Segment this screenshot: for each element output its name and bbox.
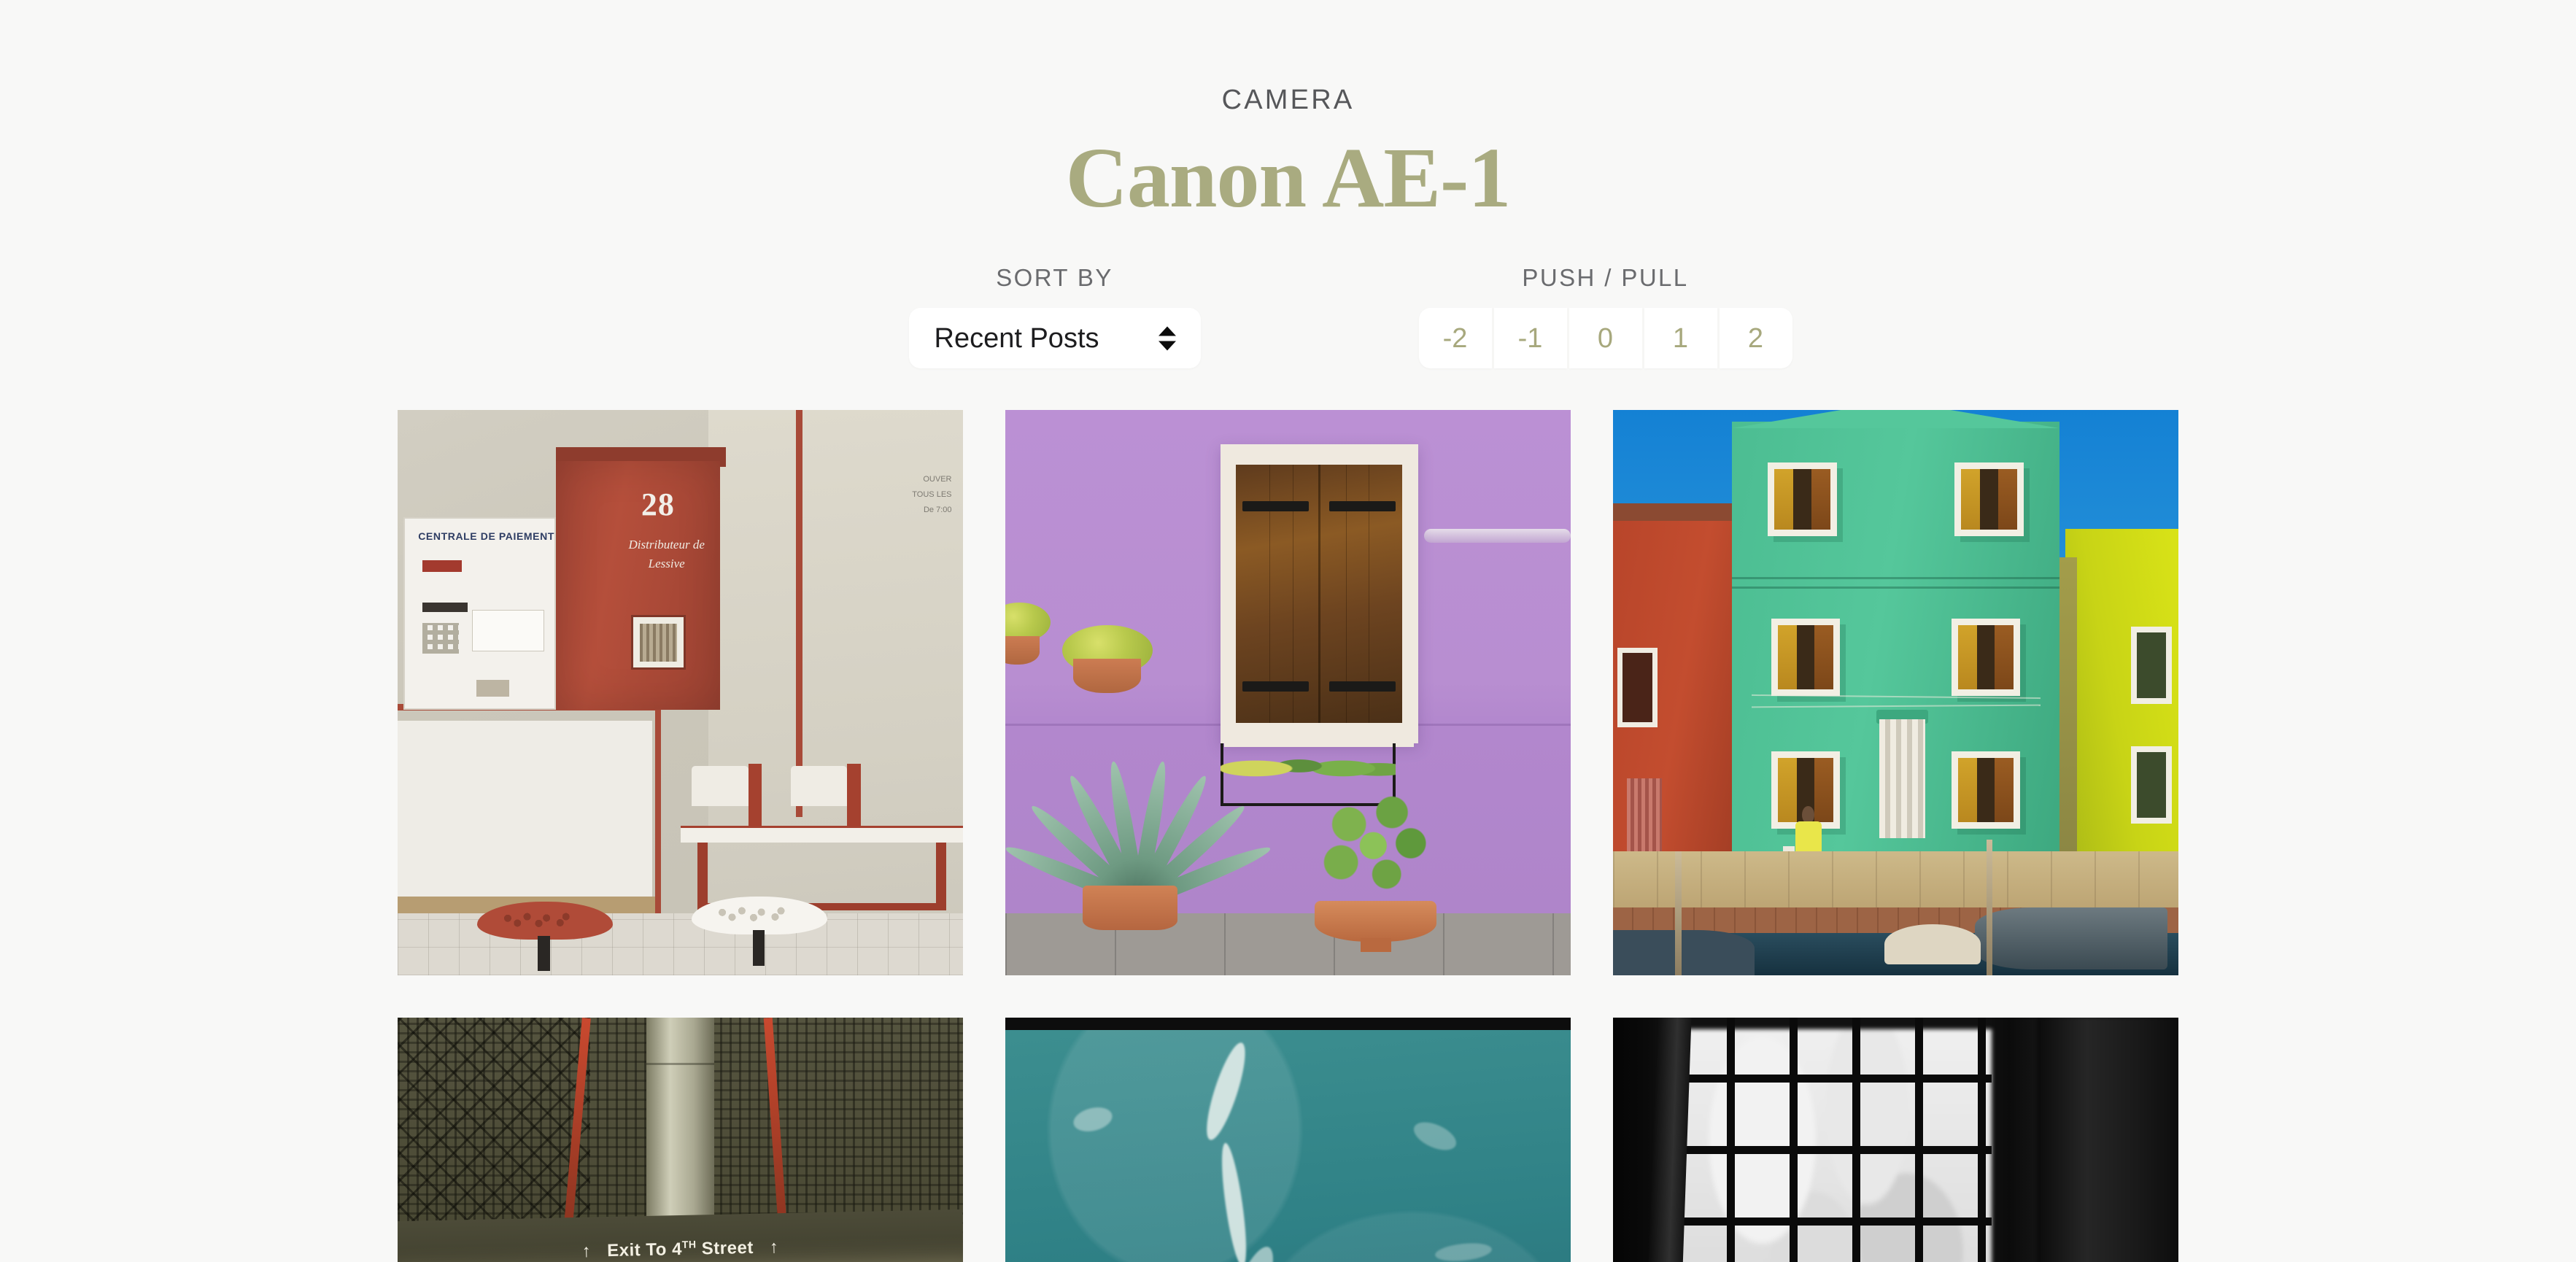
photo-image-subway: ∿∿ ↑ Exit To 4TH Street ↑ xyxy=(398,1018,963,1262)
page-eyebrow: CAMERA xyxy=(1221,85,1355,115)
gallery-page: CAMERA Canon AE-1 SORT BY Recent Posts P… xyxy=(0,0,2576,1262)
arrow-up-icon: ↑ xyxy=(769,1237,779,1258)
select-stepper-icons xyxy=(1158,326,1176,351)
chevron-up-icon xyxy=(1158,326,1176,336)
push-pull-button-minus1[interactable]: -1 xyxy=(1493,308,1567,369)
photo-tile-green-house[interactable] xyxy=(1613,410,2178,976)
photo-image-barred-window xyxy=(1613,1018,2178,1262)
photo-tile-ocean[interactable] xyxy=(1005,1018,1571,1262)
photo-image-purple-wall xyxy=(1005,410,1571,976)
chevron-down-icon xyxy=(1158,341,1176,351)
photo-image-laundromat: 28 Distributeur de Lessive CENTRALE DE P… xyxy=(398,410,963,976)
photo-image-ocean xyxy=(1005,1018,1571,1262)
photo-tile-purple-wall[interactable] xyxy=(1005,410,1571,976)
sort-select-value: Recent Posts xyxy=(934,322,1099,354)
photo-image-green-house xyxy=(1613,410,2178,976)
photo-tile-subway[interactable]: ∿∿ ↑ Exit To 4TH Street ↑ xyxy=(398,1018,963,1262)
page-title: Canon AE-1 xyxy=(1065,130,1512,225)
push-pull-button-zero[interactable]: 0 xyxy=(1569,308,1642,369)
push-pull-label: PUSH / PULL xyxy=(1522,264,1689,292)
photo-tile-laundromat[interactable]: 28 Distributeur de Lessive CENTRALE DE P… xyxy=(398,410,963,976)
dispenser-script-label: Distributeur de Lessive xyxy=(628,538,705,570)
controls-bar: SORT BY Recent Posts PUSH / PULL -2 -1 0… xyxy=(0,264,2576,369)
sort-control-group: SORT BY Recent Posts xyxy=(738,264,1372,369)
push-pull-button-plus2[interactable]: 2 xyxy=(1719,308,1792,369)
push-pull-button-plus1[interactable]: 1 xyxy=(1644,308,1717,369)
dispenser-number: 28 xyxy=(641,487,675,522)
payment-machine-label: CENTRALE DE PAIEMENT xyxy=(418,530,554,542)
sort-select[interactable]: Recent Posts xyxy=(908,308,1201,369)
wall-notice-text: OUVER TOUS LES De 7:00 xyxy=(912,475,952,515)
photo-grid: 28 Distributeur de Lessive CENTRALE DE P… xyxy=(398,410,2178,1262)
push-pull-button-group: -2 -1 0 1 2 xyxy=(1418,308,1792,369)
arrow-up-icon: ↑ xyxy=(581,1241,592,1261)
page-header: CAMERA Canon AE-1 xyxy=(0,0,2576,226)
photo-tile-barred-window[interactable] xyxy=(1613,1018,2178,1262)
push-pull-button-minus2[interactable]: -2 xyxy=(1418,308,1492,369)
sort-by-label: SORT BY xyxy=(996,264,1113,292)
exit-sign-text: Exit To 4TH Street xyxy=(606,1238,754,1261)
push-pull-control-group: PUSH / PULL -2 -1 0 1 2 xyxy=(1372,264,1839,369)
